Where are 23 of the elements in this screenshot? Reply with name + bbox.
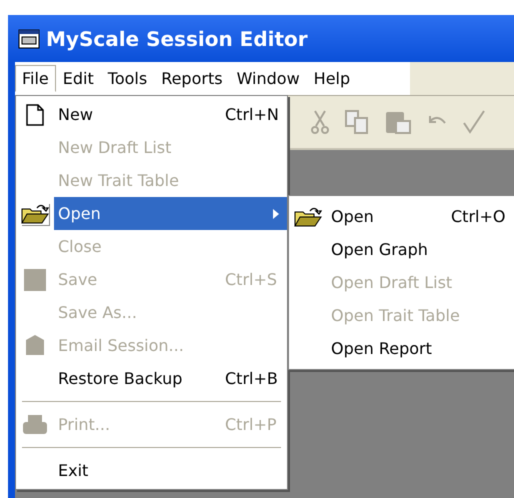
menu-item[interactable]: Help [306, 65, 358, 92]
menu-item[interactable]: Tools [100, 65, 154, 92]
menu-item[interactable]: Window [230, 65, 307, 92]
menu-entry[interactable]: Exit [54, 454, 287, 487]
menu-entry[interactable]: Open Ctrl+O [327, 200, 514, 233]
menu-item[interactable]: Edit [56, 65, 101, 92]
scissors-icon[interactable] [310, 109, 330, 135]
menu-entry[interactable]: Restore Backup Ctrl+B [54, 362, 287, 395]
app-icon [18, 28, 40, 48]
menu-item[interactable]: Reports [154, 65, 230, 92]
window-title: MyScale Session Editor [46, 26, 308, 50]
open-folder-icon [294, 206, 322, 228]
menu-entry[interactable]: Open Graph [327, 233, 514, 266]
submenu-arrow-icon [273, 208, 279, 218]
menu-item[interactable]: File [15, 65, 56, 92]
open-folder-icon [21, 202, 49, 224]
menu-entry[interactable]: Open [54, 197, 287, 230]
check-icon[interactable] [462, 109, 486, 135]
clipboard-icon[interactable] [384, 109, 412, 135]
printer-icon [22, 414, 48, 436]
menu-entry[interactable]: Open Report [327, 332, 514, 365]
document-icon [26, 104, 44, 126]
copy-icon[interactable] [344, 109, 370, 135]
